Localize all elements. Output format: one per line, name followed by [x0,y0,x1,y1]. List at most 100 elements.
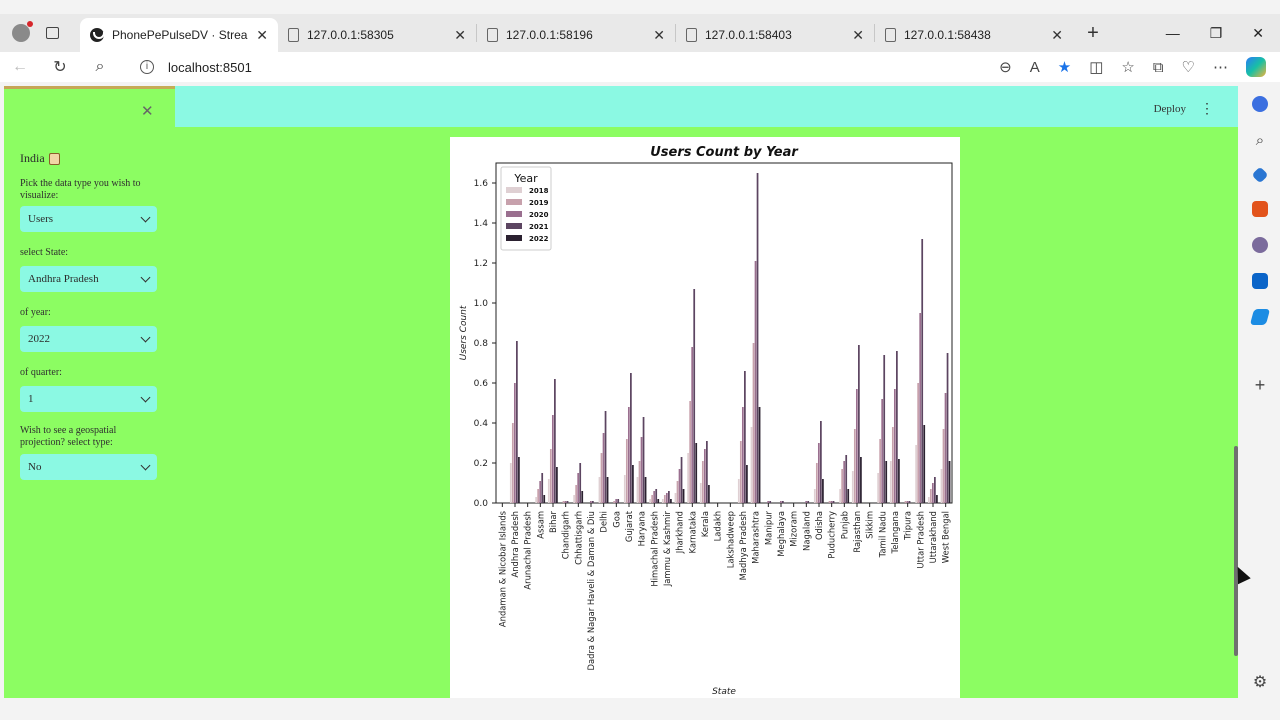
close-icon[interactable]: ✕ [256,27,268,44]
quarter-select[interactable]: 1 [20,386,157,412]
chevron-down-icon [140,272,151,282]
tab-58196[interactable]: 127.0.0.1:58196 ✕ [477,18,675,52]
bar-2021 [807,501,810,503]
x-tick-label: Bihar [548,510,558,533]
bar-2019 [701,461,704,503]
back-icon[interactable]: ← [0,58,40,76]
geo-select[interactable]: No [20,454,157,480]
bar-2019 [600,453,603,503]
year-label: of year: [20,307,51,318]
bar-2020 [830,501,833,503]
year-select[interactable]: 2022 [20,326,157,352]
bar-2020 [678,469,681,503]
tab-58403[interactable]: 127.0.0.1:58403 ✕ [676,18,874,52]
bar-2020 [779,501,782,503]
favorites-icon[interactable]: ☆ [1121,58,1134,76]
zoom-out-icon[interactable]: ⊖ [999,58,1012,76]
url-field[interactable]: i localhost:8501 [140,60,252,75]
page-scrollbar[interactable] [1234,446,1238,656]
data-type-label: Pick the data type you wish to visualize… [20,178,141,201]
minimize-icon[interactable]: — [1166,25,1180,42]
x-tick-label: Tamil Nadu [877,511,887,558]
search-icon[interactable]: ⌕ [1256,132,1264,149]
browser-essentials-icon[interactable]: ♡ [1182,58,1195,76]
bar-2019 [891,427,894,503]
quarter-label: of quarter: [20,367,62,378]
bar-2022 [543,495,546,503]
split-screen-icon[interactable]: ◫ [1089,58,1103,76]
y-axis-label: Users Count [459,305,469,360]
profile-icon[interactable] [12,21,33,42]
sidebar-close-icon[interactable]: ✕ [141,102,154,120]
state-label: select State: [20,247,69,258]
bar-2020 [589,501,592,503]
x-axis-label: State [712,687,736,697]
send-icon[interactable] [1249,309,1271,325]
bar-2019 [752,343,755,503]
copilot-icon[interactable] [1246,57,1266,77]
y-tick-label: 0.2 [474,459,488,469]
collections-icon[interactable]: ⧉ [1153,59,1164,76]
games-icon[interactable] [1252,237,1268,253]
restore-icon[interactable]: ❐ [1210,25,1223,42]
bar-2021 [680,457,683,503]
bar-2021 [921,239,924,503]
state-select[interactable]: Andhra Pradesh [20,266,157,292]
bar-2022 [682,489,685,503]
scroll-icon [48,152,60,165]
bar-2020 [843,461,846,503]
bar-2018 [813,489,816,503]
refresh-icon[interactable]: ↻ [40,57,80,77]
bar-2022 [556,467,558,503]
shopping-tag-icon[interactable] [1251,166,1269,184]
close-icon[interactable]: ✕ [852,27,864,44]
x-tick-label: Lakshadweep [725,511,735,568]
bar-2019 [651,495,654,503]
read-aloud-icon[interactable]: A [1030,59,1040,76]
tab-phonepe[interactable]: PhonePePulseDV · Streamlit ✕ [80,18,278,52]
favorite-star-icon[interactable]: ★ [1058,58,1071,76]
legend-swatch-2022 [506,235,522,241]
bar-2019 [904,501,907,503]
bar-2021 [642,417,645,503]
deploy-button[interactable]: Deploy [1154,103,1186,115]
bar-2018 [877,473,879,503]
copilot-sidebar-icon[interactable] [1252,96,1268,112]
bar-2022 [847,489,850,503]
bar-2022 [695,443,698,503]
outlook-icon[interactable] [1252,273,1268,289]
new-tab-icon[interactable]: + [1073,22,1113,45]
document-icon [288,28,299,42]
gear-icon[interactable]: ⚙ [1253,672,1267,692]
bar-2022 [746,465,748,503]
close-icon[interactable]: ✕ [653,27,665,44]
bar-2022 [644,477,647,503]
bar-2021 [541,473,544,503]
close-icon[interactable]: ✕ [454,27,466,44]
bar-2019 [676,481,679,503]
bar-2020 [944,393,947,503]
bar-2019 [638,461,641,503]
more-menu-icon[interactable]: ⋯ [1213,58,1228,76]
bar-2019 [613,501,616,503]
tab-58305[interactable]: 127.0.0.1:58305 ✕ [278,18,476,52]
tab-58438[interactable]: 127.0.0.1:58438 ✕ [875,18,1073,52]
main-menu-icon[interactable]: ⋮ [1200,100,1214,117]
data-type-select[interactable]: Users [20,206,157,232]
x-tick-label: Himachal Pradesh [649,511,659,587]
x-tick-label: Jharkhand [675,511,685,554]
tab-strip-left [0,14,80,52]
address-bar: ← ↻ ⌕ i localhost:8501 ⊖ A ★ ◫ ☆ ⧉ ♡ ⋯ [0,52,1280,82]
bar-2021 [782,501,784,503]
bar-2022 [758,407,761,503]
y-tick-label: 0.6 [474,379,489,389]
search-icon[interactable]: ⌕ [80,58,120,76]
bar-2021 [579,463,582,503]
tab-actions-icon[interactable] [46,27,59,39]
tools-icon[interactable] [1252,201,1268,217]
bar-2019 [929,489,932,503]
add-icon[interactable]: + [1255,375,1266,396]
window-close-icon[interactable]: ✕ [1252,25,1264,42]
info-icon[interactable]: i [140,60,154,74]
close-icon[interactable]: ✕ [1051,27,1063,44]
